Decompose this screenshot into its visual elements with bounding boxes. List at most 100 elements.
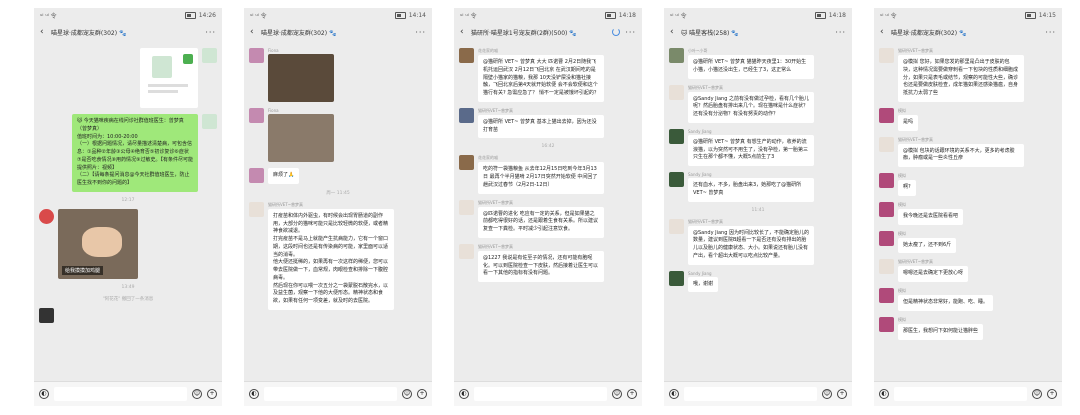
avatar[interactable] xyxy=(39,307,54,323)
avatar[interactable] xyxy=(879,107,894,123)
avatar[interactable] xyxy=(879,288,894,303)
message-bubble[interactable]: @猫研所 VET~ 曾梦真 有想生产的动作，收养的流浪猫，以为突然可不用生了，没… xyxy=(688,134,814,166)
avatar[interactable] xyxy=(879,259,894,275)
back-icon[interactable]: ‹ xyxy=(880,27,886,37)
message-bubble[interactable]: @模拟 您好，如果您发的那里是凸出于皮肤的包块，这种情况需要做穿刺看一下包块的性… xyxy=(898,55,1024,102)
voice-icon[interactable]: ◐ xyxy=(249,389,259,399)
avatar[interactable] xyxy=(459,48,474,63)
message-bubble[interactable]: 哦，谢谢 xyxy=(688,276,719,293)
message-bubble[interactable]: @猫研所 VET~ 曾梦真 猫猫昨天夜里1：30开始生小猫，小猫还没出生，已经生… xyxy=(688,55,814,79)
avatar[interactable] xyxy=(249,108,264,123)
back-icon[interactable]: ‹ xyxy=(250,27,256,37)
message-row: 猫研所VET~曾梦真 @猫研所 VET~ 曾梦真 基本上猫出去掉，因为还没打育苗 xyxy=(459,107,637,139)
message-bubble[interactable]: @1227 我说是有佐至子的情况，还有可能有胞呢化。可以到医院检查一下皮肤，然后… xyxy=(478,250,604,282)
message-list[interactable]: 花花家的喵 @猫研所 VET~ 曾梦真 大大 匹诺曹 2月2日随我飞机托运回武汉… xyxy=(454,42,642,382)
emoji-icon[interactable]: ☺ xyxy=(612,389,622,399)
emoji-icon[interactable]: ☺ xyxy=(822,389,832,399)
emoji-icon[interactable]: ☺ xyxy=(1032,389,1042,399)
avatar[interactable] xyxy=(879,201,894,217)
message-input[interactable] xyxy=(474,387,607,401)
plus-icon[interactable]: + xyxy=(627,389,637,399)
message-bubble[interactable]: 打疫苗和体内外驱虫，有时候会出现胃肠道的副作用，大部分的猫咪可能只是比较轻微的软… xyxy=(268,208,394,310)
voice-icon[interactable]: ◐ xyxy=(39,389,49,399)
chat-screen-1: ᵘˡ ᵘˡ 令 14:26 ‹ 喵星球·成都宠友群(302) 🐾 ··· 🐱 今… xyxy=(34,8,222,406)
cat-photo[interactable] xyxy=(268,114,334,162)
sender-name: 猫研所VET~曾梦真 xyxy=(688,84,724,90)
message-bubble[interactable]: @模拟 包块的话跟环境的关系不大，更多的考虑胶痂，肿瘤或是一些炎性丘疹 xyxy=(898,143,1024,167)
avatar[interactable] xyxy=(879,173,894,188)
message-list[interactable]: 小叶~小哥 @猫研所 VET~ 曾梦真 猫猫昨天夜里1：30开始生小猫，小猫还没… xyxy=(664,42,852,382)
message-list[interactable]: Fiona Fiona 麻烦了🙏 周一 11:45 猫研所VET~曾梦真 打疫苗… xyxy=(244,42,432,382)
message-bubble[interactable]: 她太瘦了，还不到6斤 xyxy=(898,237,957,254)
voice-icon[interactable]: ◐ xyxy=(459,389,469,399)
message-row: Fiona xyxy=(249,48,427,102)
avatar[interactable] xyxy=(249,48,264,63)
avatar[interactable] xyxy=(202,48,217,63)
message-list[interactable]: 猫研所VET~曾梦真 @模拟 您好，如果您发的那里是凸出于皮肤的包块，这种情况需… xyxy=(874,42,1062,382)
message-bubble[interactable]: 是吗 xyxy=(898,114,919,131)
avatar[interactable] xyxy=(249,201,264,217)
mini-program-card[interactable] xyxy=(140,48,198,108)
message-bubble[interactable]: 那医生，我想问下如何能让猫胖些 xyxy=(898,323,984,340)
message-row: 猫研所VET~曾梦真 @模拟 包块的话跟环境的关系不大，更多的考虑胶痂，肿瘤或是… xyxy=(879,136,1057,167)
more-icon[interactable]: ··· xyxy=(415,28,426,37)
message-input[interactable] xyxy=(264,387,397,401)
avatar[interactable] xyxy=(669,172,684,187)
message-bubble[interactable]: @匹诺曹的进化 吃应有一定的关系，但是如果猫之前都吃得很好的话，还是跟着生食有关… xyxy=(478,206,604,238)
plus-icon[interactable]: + xyxy=(207,389,217,399)
avatar[interactable] xyxy=(669,270,684,286)
cat-photo[interactable]: 给我摸摸加鸡腿 xyxy=(58,208,138,279)
message-input[interactable] xyxy=(684,387,817,401)
message-bubble[interactable]: 还有血水，不多，胎盘出来3，她那吃了@猫研所 VET~ 曾梦真 xyxy=(688,178,814,202)
avatar[interactable] xyxy=(459,155,474,171)
message-row: 猫研所VET~曾梦真 @匹诺曹的进化 吃应有一定的关系，但是如果猫之前都吃得很好… xyxy=(459,199,637,238)
message-bubble[interactable]: 啊? xyxy=(898,180,916,196)
plus-icon[interactable]: + xyxy=(837,389,847,399)
back-icon[interactable]: ‹ xyxy=(460,27,466,37)
cat-photo[interactable] xyxy=(268,54,334,102)
message-bubble[interactable]: @Sandy Jiang 之前有没有做过孕检，看有几个胎儿呢？然后胎盘有排出来几… xyxy=(688,91,814,123)
message-row xyxy=(39,48,217,108)
avatar[interactable] xyxy=(459,199,474,215)
message-bubble[interactable]: @猫研所 VET~ 曾梦真 基本上猫出去掉，因为还没打育苗 xyxy=(478,114,604,139)
message-bubble[interactable]: @猫研所 VET~ 曾梦真 大大 匹诺曹 2月2日随我飞机托运回武汉 2月12日… xyxy=(478,55,604,102)
avatar[interactable] xyxy=(39,208,54,224)
avatar[interactable] xyxy=(879,316,894,332)
voice-icon[interactable]: ◐ xyxy=(879,389,889,399)
back-icon[interactable]: ‹ xyxy=(670,27,676,37)
chat-header: ‹ 喵星球·成都宠友群(302) 🐾 ··· xyxy=(244,22,432,42)
plus-icon[interactable]: + xyxy=(417,389,427,399)
avatar[interactable] xyxy=(669,128,684,144)
message-bubble[interactable]: 但是精神状态非常好，能跑、吃、睡。 xyxy=(898,295,994,311)
plus-icon[interactable]: + xyxy=(1047,389,1057,399)
message-bubble[interactable]: 吃的符一袋猫粮鱼 从去年12月15日吃到今年3月13日 最再个半月猫啃 2月17… xyxy=(478,162,604,194)
avatar[interactable] xyxy=(459,243,474,259)
message-bubble[interactable]: 麻烦了🙏 xyxy=(268,168,300,184)
more-icon[interactable]: ··· xyxy=(835,28,846,37)
message-input[interactable] xyxy=(894,387,1027,401)
more-icon[interactable]: ··· xyxy=(1045,28,1056,37)
message-row: 模拟 但是精神状态非常好，能跑、吃、睡。 xyxy=(879,288,1057,311)
sender-name: 模拟 xyxy=(898,316,906,322)
emoji-icon[interactable]: ☺ xyxy=(402,389,412,399)
avatar[interactable] xyxy=(669,84,684,100)
avatar[interactable] xyxy=(202,114,217,129)
more-icon[interactable]: ··· xyxy=(625,28,636,37)
avatar[interactable] xyxy=(879,136,894,152)
message-bubble[interactable]: 嗯嗯还是去确定下更放心呀 xyxy=(898,266,969,282)
voice-icon[interactable]: ◐ xyxy=(669,389,679,399)
message-bubble[interactable]: @Sandy Jiang 因为时间比较长了，不能确定胎儿的数量，建议到医院B超看… xyxy=(688,225,814,265)
avatar[interactable] xyxy=(669,218,684,234)
message-list[interactable]: 🐱 今天猫咪疾病在线问诊社群值班医生：曾梦真（曾梦真） 值班时间为：10:00-… xyxy=(34,42,222,382)
back-icon[interactable]: ‹ xyxy=(40,27,46,37)
more-icon[interactable]: ··· xyxy=(205,28,216,37)
message-bubble[interactable]: 🐱 今天猫咪疾病在线问诊社群值班医生：曾梦真（曾梦真） 值班时间为：10:00-… xyxy=(72,114,198,192)
emoji-icon[interactable]: ☺ xyxy=(192,389,202,399)
message-input[interactable] xyxy=(54,387,187,401)
avatar[interactable] xyxy=(459,107,474,123)
message-bubble[interactable]: 我今晚还是去医院看看吧 xyxy=(898,208,964,225)
avatar[interactable] xyxy=(249,168,264,183)
avatar[interactable] xyxy=(669,48,684,63)
avatar[interactable] xyxy=(879,48,894,63)
avatar[interactable] xyxy=(879,230,894,246)
